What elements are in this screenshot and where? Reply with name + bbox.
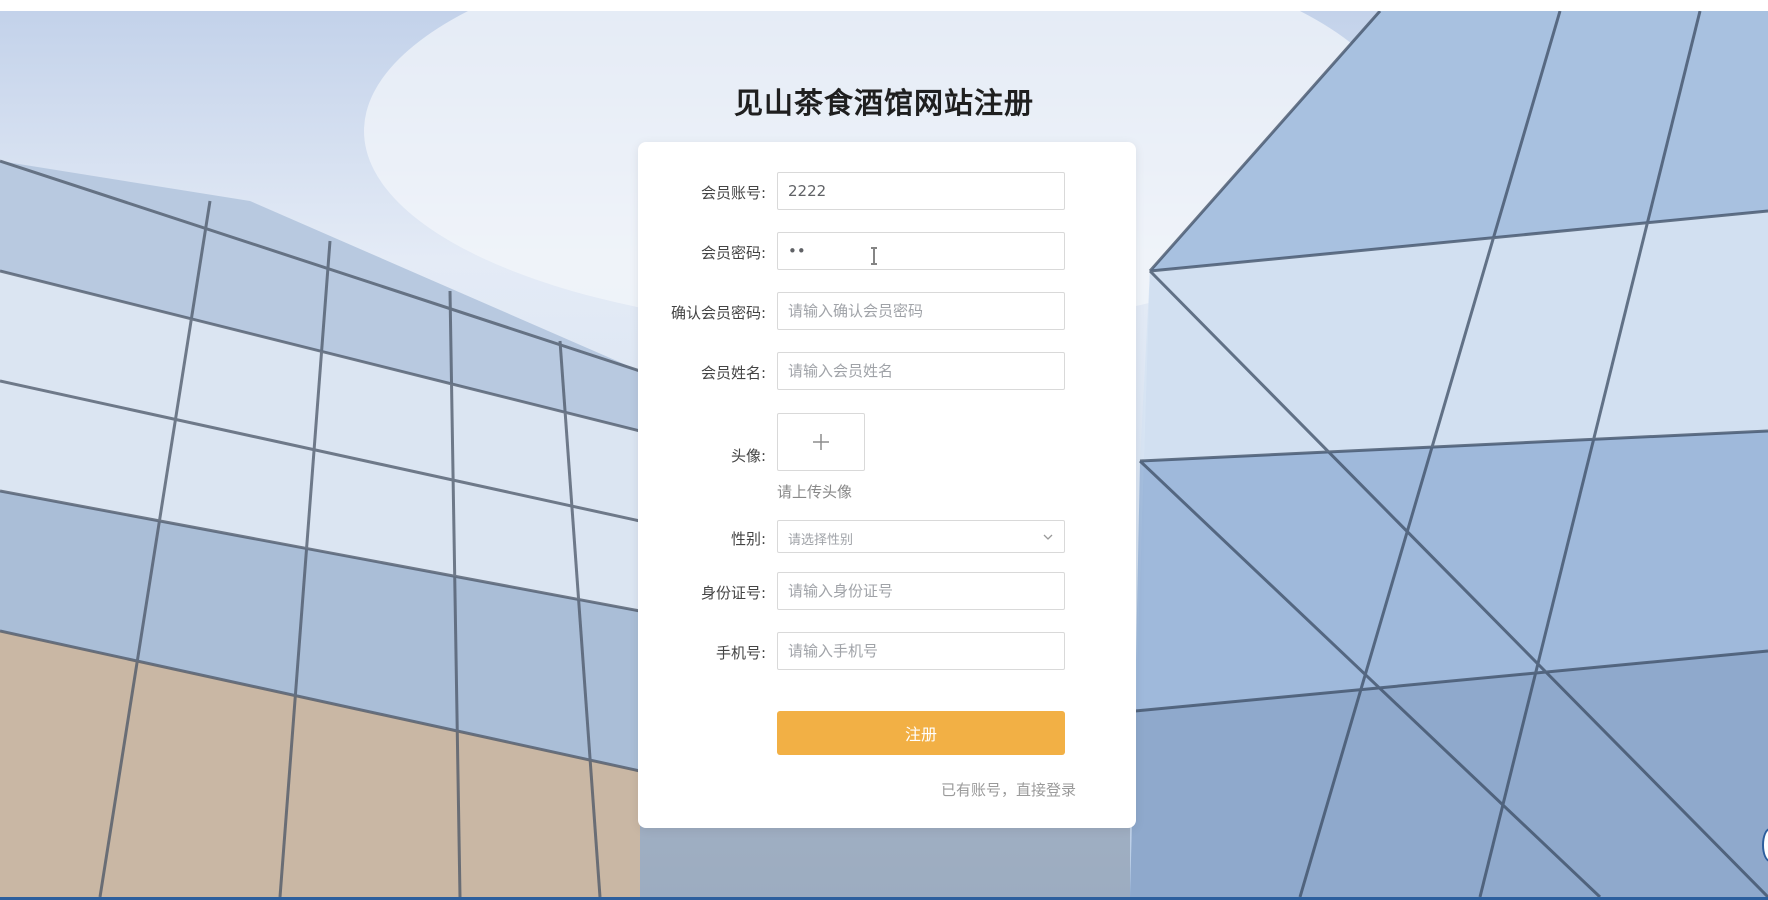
gender-label: 性别:	[730, 530, 766, 548]
name-input[interactable]	[777, 352, 1065, 390]
account-row: 会员账号:	[638, 172, 1136, 212]
id-number-label: 身份证号:	[700, 584, 766, 602]
avatar-row: 头像: 请上传头像	[638, 413, 1136, 508]
account-label: 会员账号:	[700, 184, 766, 202]
gender-row: 性别: 请选择性别	[638, 520, 1136, 555]
text-cursor-icon	[871, 247, 877, 265]
confirm-password-input[interactable]	[777, 292, 1065, 330]
avatar-upload-hint: 请上传头像	[777, 483, 853, 501]
id-number-row: 身份证号:	[638, 572, 1136, 612]
gender-select-placeholder: 请选择性别	[788, 533, 854, 548]
chevron-down-icon	[1043, 534, 1053, 540]
id-number-input[interactable]	[777, 572, 1065, 610]
gender-select[interactable]: 请选择性别	[777, 520, 1065, 553]
register-button[interactable]: 注册	[777, 711, 1065, 755]
name-label: 会员姓名:	[700, 364, 766, 382]
avatar-label: 头像:	[730, 447, 766, 465]
login-link[interactable]: 已有账号，直接登录	[941, 779, 1076, 800]
password-row: 会员密码:	[638, 232, 1136, 272]
plus-icon	[813, 434, 829, 450]
confirm-password-label: 确认会员密码:	[670, 304, 766, 322]
page-title: 见山茶食酒馆网站注册	[733, 86, 1034, 120]
password-label: 会员密码:	[700, 244, 766, 262]
top-strip	[0, 0, 1768, 11]
phone-label: 手机号:	[715, 644, 766, 662]
page: 见山茶食酒馆网站注册 会员账号: 会员密码: 确认会员密码: 会员姓名: 头像:	[0, 0, 1768, 900]
register-form-card: 会员账号: 会员密码: 确认会员密码: 会员姓名: 头像:	[638, 142, 1136, 828]
phone-input[interactable]	[777, 632, 1065, 670]
avatar-upload-button[interactable]	[777, 413, 865, 471]
phone-row: 手机号:	[638, 632, 1136, 672]
name-row: 会员姓名:	[638, 352, 1136, 392]
confirm-password-row: 确认会员密码:	[638, 292, 1136, 332]
password-input[interactable]	[777, 232, 1065, 270]
account-input[interactable]	[777, 172, 1065, 210]
